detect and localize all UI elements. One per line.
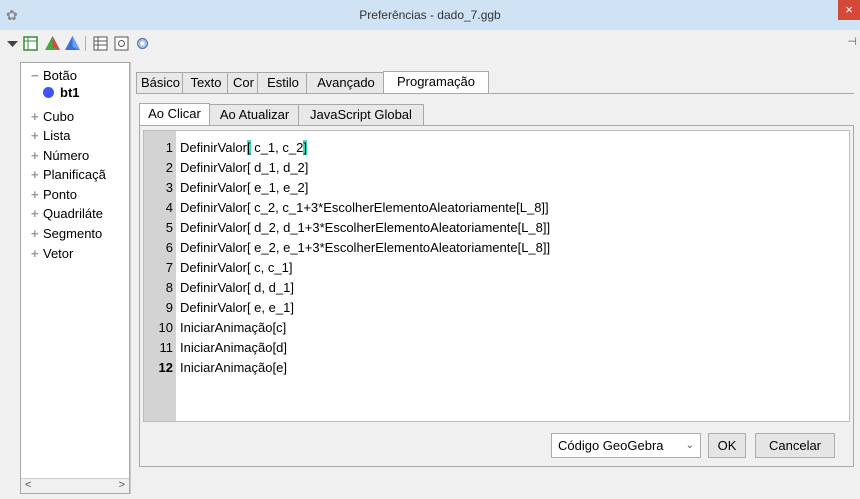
- tree-item-quadrilatero[interactable]: + Quadriláte: [31, 206, 103, 224]
- line-number: 4: [165, 200, 173, 215]
- script-panel: 1 2 3 4 5 6 7 8 9 10 11 12 DefinirValor[…: [139, 125, 854, 467]
- code-line: DefinirValor[ e_1, e_2]: [180, 180, 309, 195]
- tree-item-ponto[interactable]: + Ponto: [31, 187, 77, 205]
- bracket-highlight: ]: [303, 140, 307, 155]
- code-line: DefinirValor[ d_1, d_2]: [180, 160, 309, 175]
- subtab-javascript-global[interactable]: JavaScript Global: [298, 104, 424, 126]
- tab-avancado[interactable]: Avançado: [306, 72, 386, 94]
- tree-item-lista[interactable]: + Lista: [31, 128, 70, 146]
- tab-programacao[interactable]: Programação: [383, 71, 489, 94]
- tree-item-numero[interactable]: + Número: [31, 148, 89, 166]
- script-editor[interactable]: 1 2 3 4 5 6 7 8 9 10 11 12 DefinirValor[…: [143, 130, 850, 422]
- line-number: 10: [158, 320, 173, 335]
- point-icon: [43, 87, 54, 98]
- tree-item-botao[interactable]: − Botão: [31, 68, 77, 86]
- tab-estilo[interactable]: Estilo: [257, 72, 309, 94]
- script-button-bar: Código GeoGebra ⌄ OK Cancelar: [140, 422, 853, 466]
- code-line: IniciarAnimação[c]: [180, 320, 287, 335]
- properties-panel: Básico Texto Cor Estilo Avançado Program…: [130, 62, 859, 494]
- ok-button[interactable]: OK: [708, 433, 746, 458]
- code-line: DefinirValor[ e_2, e_1+3*EscolherElement…: [180, 240, 551, 255]
- tab-cor[interactable]: Cor: [227, 72, 260, 94]
- line-number: 1: [165, 140, 173, 155]
- code-line: DefinirValor[ c_1, c_2]: [180, 140, 307, 155]
- scroll-left-icon[interactable]: <: [25, 479, 31, 491]
- object-tree: − Botão bt1 + Cubo + Lista + Número + Planifi…: [20, 62, 130, 494]
- tree-item-cubo[interactable]: + Cubo: [31, 109, 74, 127]
- 3d-pyramid-icon[interactable]: [44, 35, 61, 52]
- tab-texto[interactable]: Texto: [182, 72, 230, 94]
- spreadsheet-icon[interactable]: [92, 35, 109, 52]
- line-number: 3: [165, 180, 173, 195]
- title-bar: ✿ Preferências - dado_7.ggb ×: [0, 0, 860, 30]
- code-line: IniciarAnimação[e]: [180, 360, 287, 375]
- cancel-button[interactable]: Cancelar: [755, 433, 835, 458]
- code-line: IniciarAnimação[d]: [180, 340, 287, 355]
- line-number: 6: [165, 240, 173, 255]
- subtab-ao-clicar[interactable]: Ao Clicar: [139, 103, 210, 126]
- graphics-view-icon[interactable]: [22, 35, 39, 52]
- tab-basico[interactable]: Básico: [136, 72, 185, 94]
- dropdown-arrow-icon[interactable]: [4, 35, 21, 52]
- toolbar: ⊣: [0, 30, 860, 56]
- scroll-right-icon[interactable]: >: [119, 479, 125, 491]
- pin-icon[interactable]: ⊣: [847, 35, 857, 48]
- line-number: 5: [165, 220, 173, 235]
- code-line: DefinirValor[ d, d_1]: [180, 280, 294, 295]
- line-number: 8: [165, 280, 173, 295]
- window-title: Preferências - dado_7.ggb: [359, 8, 501, 22]
- subtab-ao-atualizar[interactable]: Ao Atualizar: [209, 104, 300, 126]
- horizontal-scrollbar[interactable]: < >: [21, 478, 129, 493]
- tree-item-vetor[interactable]: + Vetor: [31, 246, 73, 264]
- line-number: 2: [165, 160, 173, 175]
- tree-item-planificacao[interactable]: + Planificaçã: [31, 167, 106, 185]
- properties-icon[interactable]: [113, 35, 130, 52]
- code-line: DefinirValor[ e, e_1]: [180, 300, 294, 315]
- code-line: DefinirValor[ c_2, c_1+3*EscolherElement…: [180, 200, 549, 215]
- script-language-select[interactable]: Código GeoGebra ⌄: [551, 433, 701, 458]
- tree-item-bt1[interactable]: bt1: [43, 85, 80, 100]
- 3d-blue-pyramid-icon[interactable]: [64, 35, 81, 52]
- line-number: 9: [165, 300, 173, 315]
- close-button[interactable]: ×: [838, 0, 860, 20]
- code-line: DefinirValor[ d_2, d_1+3*EscolherElement…: [180, 220, 551, 235]
- line-number: 12: [158, 360, 173, 375]
- settings-gear-icon[interactable]: [134, 35, 151, 52]
- tree-item-segmento[interactable]: + Segmento: [31, 226, 102, 244]
- code-line: DefinirValor[ c, c_1]: [180, 260, 293, 275]
- line-number: 11: [159, 340, 174, 355]
- tab-divider: [136, 93, 854, 94]
- line-number: 7: [165, 260, 173, 275]
- chevron-down-icon: ⌄: [685, 440, 694, 451]
